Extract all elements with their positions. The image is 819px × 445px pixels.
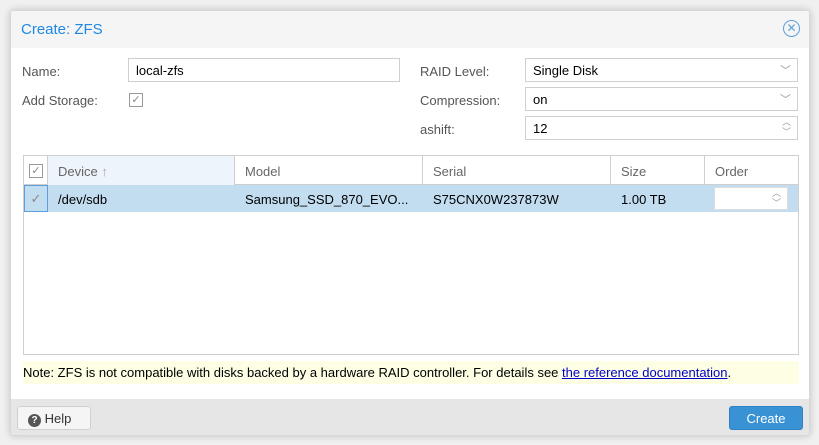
select-all-column[interactable]: ✓ xyxy=(24,156,48,185)
ashift-label: ashift: xyxy=(420,122,455,137)
grid-header: ✓ Device ↑ Model Serial Size Order xyxy=(24,156,799,185)
sort-ascending-icon: ↑ xyxy=(101,164,108,179)
column-model[interactable]: Model xyxy=(235,156,423,185)
dialog-title: Create: ZFS xyxy=(21,21,103,38)
help-label: Help xyxy=(44,411,72,426)
add-storage-checkbox[interactable]: ✓ xyxy=(129,93,143,107)
note-end: . xyxy=(727,365,732,380)
cell-device: /dev/sdb xyxy=(58,192,108,207)
compression-select[interactable]: on ﹀ xyxy=(525,87,798,111)
spinner-arrows-icon[interactable]: ︿ ﹀ xyxy=(772,188,781,208)
name-input[interactable]: local-zfs xyxy=(128,58,400,82)
cell-serial: S75CNX0W237873W xyxy=(433,192,559,207)
select-all-checkbox[interactable]: ✓ xyxy=(29,164,43,178)
disk-grid: ✓ Device ↑ Model Serial Size Order ✓ /de… xyxy=(23,155,799,355)
column-size[interactable]: Size xyxy=(611,156,705,185)
raid-level-label: RAID Level: xyxy=(420,64,490,79)
column-label: Device xyxy=(58,164,98,179)
name-label: Name: xyxy=(22,64,61,79)
zfs-note: Note: ZFS is not compatible with disks b… xyxy=(23,361,799,384)
row-checkbox[interactable]: ✓ xyxy=(24,185,48,212)
note-text: Note: ZFS is not compatible with disks b… xyxy=(23,365,563,380)
column-serial[interactable]: Serial xyxy=(423,156,611,185)
add-storage-label: Add Storage: xyxy=(22,93,98,108)
raid-level-select[interactable]: Single Disk ﹀ xyxy=(525,58,798,82)
ashift-spinner[interactable]: 12 ︿ ﹀ xyxy=(525,116,798,140)
raid-level-value: Single Disk xyxy=(533,63,599,78)
compression-label: Compression: xyxy=(420,93,501,108)
dialog-header: Create: ZFS ✕ xyxy=(11,11,809,48)
create-zfs-dialog: Create: ZFS ✕ Name: local-zfs Add Storag… xyxy=(10,10,810,436)
help-button[interactable]: ? Help xyxy=(17,406,91,430)
ashift-value: 12 xyxy=(533,121,548,136)
close-icon[interactable]: ✕ xyxy=(783,20,800,37)
table-row[interactable]: ✓ /dev/sdb Samsung_SSD_870_EVO... S75CNX… xyxy=(24,185,798,212)
cell-size: 1.00 TB xyxy=(621,192,667,207)
dialog-footer: ? Help Create xyxy=(11,399,809,435)
chevron-down-icon: ﹀ xyxy=(780,94,791,106)
compression-value: on xyxy=(533,92,548,107)
help-icon: ? xyxy=(28,414,41,427)
reference-documentation-link[interactable]: the reference documentation xyxy=(562,365,728,380)
spinner-arrows-icon[interactable]: ︿ ﹀ xyxy=(782,117,791,137)
create-button[interactable]: Create xyxy=(729,406,803,430)
chevron-down-icon: ﹀ xyxy=(780,65,791,77)
column-order[interactable]: Order xyxy=(705,156,799,185)
column-device[interactable]: Device ↑ xyxy=(48,156,235,185)
cell-model: Samsung_SSD_870_EVO... xyxy=(245,192,409,207)
order-spinner[interactable]: ︿ ﹀ xyxy=(714,187,788,210)
